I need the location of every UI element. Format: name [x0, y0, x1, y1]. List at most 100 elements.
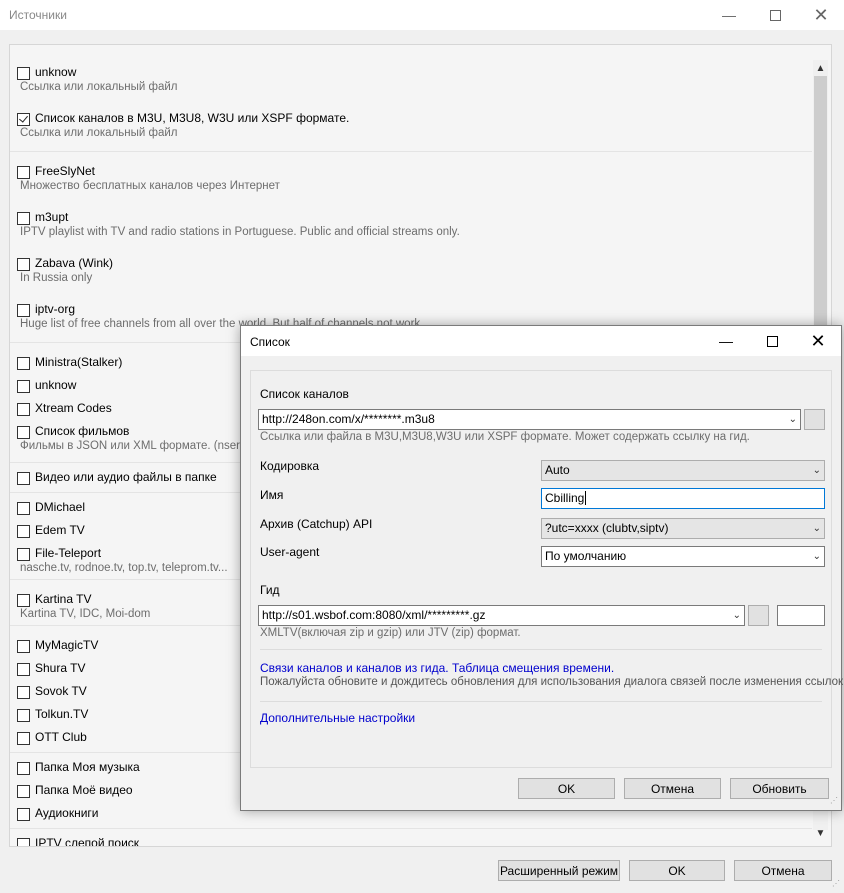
- source-checkbox[interactable]: [17, 113, 30, 126]
- source-checkbox[interactable]: [17, 212, 30, 225]
- source-checkbox[interactable]: [17, 594, 30, 607]
- divider: [260, 649, 822, 650]
- dialog-cancel-button[interactable]: Отмена: [624, 778, 721, 799]
- source-checkbox[interactable]: [17, 663, 30, 676]
- source-name: FreeSlyNet: [35, 164, 96, 178]
- source-checkbox[interactable]: [17, 808, 30, 821]
- scrollbar-thumb[interactable]: [814, 76, 827, 328]
- channels-url-value: http://248on.com/x/********.m3u8: [262, 412, 435, 426]
- guide-offset-input[interactable]: [777, 605, 825, 626]
- source-name: Xtream Codes: [35, 401, 112, 415]
- scroll-up-icon[interactable]: ▲: [813, 61, 828, 76]
- source-checkbox[interactable]: [17, 426, 30, 439]
- dialog-group: Список каналов http://248on.com/x/******…: [250, 370, 844, 768]
- chevron-down-icon[interactable]: ⌄: [789, 410, 797, 429]
- dialog-close-button[interactable]: ✕: [795, 326, 841, 356]
- source-description: Фильмы в JSON или XML формате. (nserv,..…: [20, 440, 258, 452]
- chevron-down-icon: ⌄: [812, 523, 821, 534]
- source-description: Ссылка или локальный файл: [20, 127, 178, 139]
- source-checkbox[interactable]: [17, 67, 30, 80]
- source-checkbox[interactable]: [17, 380, 30, 393]
- source-checkbox[interactable]: [17, 502, 30, 515]
- minimize-icon: —: [722, 7, 736, 23]
- source-description: In Russia only: [20, 272, 93, 284]
- dialog-ok-button[interactable]: OK: [518, 778, 615, 799]
- encoding-value: Auto: [545, 463, 570, 477]
- source-name: Папка Моя музыка: [35, 760, 140, 774]
- source-checkbox[interactable]: [17, 732, 30, 745]
- source-name: MyMagicTV: [35, 638, 99, 652]
- maximize-icon: [769, 9, 781, 21]
- scroll-down-icon[interactable]: ▼: [813, 826, 828, 841]
- source-checkbox[interactable]: [17, 640, 30, 653]
- name-label: Имя: [260, 488, 284, 502]
- chevron-down-icon: ⌄: [812, 465, 821, 476]
- source-name: Ministra(Stalker): [35, 355, 123, 369]
- source-name: Edem TV: [35, 523, 85, 537]
- close-icon: ✕: [813, 4, 829, 25]
- source-checkbox[interactable]: [17, 548, 30, 561]
- browse-guide-button[interactable]: [748, 605, 769, 626]
- source-description: nasche.tv, rodnoe.tv, top.tv, teleprom.t…: [20, 562, 228, 574]
- useragent-label: User-agent: [260, 545, 320, 559]
- cancel-button[interactable]: Отмена: [734, 860, 832, 881]
- useragent-select[interactable]: По умолчанию ⌄: [541, 546, 825, 567]
- source-name: m3upt: [35, 210, 69, 224]
- dialog-refresh-button[interactable]: Обновить: [730, 778, 829, 799]
- source-description: Множество бесплатных каналов через Интер…: [20, 180, 280, 192]
- advanced-settings-link[interactable]: Дополнительные настройки: [260, 711, 415, 725]
- source-checkbox[interactable]: [17, 403, 30, 416]
- source-checkbox[interactable]: [17, 304, 30, 317]
- dialog-title: Список: [250, 335, 290, 349]
- guide-url-input[interactable]: http://s01.wsbof.com:8080/xml/*********.…: [258, 605, 745, 626]
- source-checkbox[interactable]: [17, 258, 30, 271]
- channels-url-input[interactable]: http://248on.com/x/********.m3u8 ⌄: [258, 409, 801, 430]
- text-cursor: [585, 491, 587, 505]
- source-name: Видео или аудио файлы в папке: [35, 470, 217, 484]
- dialog-minimize-button[interactable]: —: [703, 326, 749, 356]
- name-input[interactable]: Cbilling: [541, 488, 825, 509]
- channel-links-link[interactable]: Связи каналов и каналов из гида. Таблица…: [260, 661, 614, 675]
- resize-grip-icon[interactable]: ⋰: [832, 880, 842, 891]
- browse-channels-button[interactable]: [804, 409, 825, 430]
- source-checkbox[interactable]: [17, 709, 30, 722]
- source-checkbox[interactable]: [17, 838, 30, 846]
- source-checkbox[interactable]: [17, 357, 30, 370]
- ok-button[interactable]: OK: [629, 860, 725, 881]
- source-checkbox[interactable]: [17, 785, 30, 798]
- maximize-button[interactable]: [752, 0, 798, 30]
- archive-label: Архив (Catchup) API: [260, 517, 373, 531]
- guide-label: Гид: [260, 583, 280, 597]
- minimize-icon: —: [719, 333, 733, 349]
- source-name: Папка Моё видео: [35, 783, 133, 797]
- source-name: Zabava (Wink): [35, 256, 114, 270]
- advanced-mode-button[interactable]: Расширенный режим: [498, 860, 620, 881]
- resize-grip-icon[interactable]: ⋰: [830, 796, 840, 806]
- source-name: Tolkun.TV: [35, 707, 89, 721]
- source-checkbox[interactable]: [17, 525, 30, 538]
- encoding-select[interactable]: Auto ⌄: [541, 460, 825, 481]
- channels-label: Список каналов: [260, 387, 349, 401]
- source-checkbox[interactable]: [17, 166, 30, 179]
- list-divider: [10, 828, 812, 829]
- close-icon: ✕: [810, 330, 826, 351]
- close-button[interactable]: ✕: [798, 0, 844, 30]
- source-name: Shura TV: [35, 661, 86, 675]
- archive-value: ?utc=xxxx (clubtv,siptv): [545, 521, 669, 535]
- source-checkbox[interactable]: [17, 686, 30, 699]
- source-checkbox[interactable]: [17, 472, 30, 485]
- source-name: Sovok TV: [35, 684, 87, 698]
- source-name: Аудиокниги: [35, 806, 99, 820]
- archive-select[interactable]: ?utc=xxxx (clubtv,siptv) ⌄: [541, 518, 825, 539]
- source-description: Kartina TV, IDC, Moi-dom: [20, 608, 151, 620]
- source-name: DMichael: [35, 500, 86, 514]
- source-description: Ссылка или локальный файл: [20, 81, 178, 93]
- window-title: Источники: [9, 8, 67, 22]
- main-title-bar: Источники — ✕: [0, 0, 844, 30]
- source-checkbox[interactable]: [17, 762, 30, 775]
- dialog-maximize-button[interactable]: [749, 326, 795, 356]
- chevron-down-icon[interactable]: ⌄: [733, 606, 741, 625]
- source-name: iptv-org: [35, 302, 76, 316]
- list-divider: [10, 151, 812, 152]
- minimize-button[interactable]: —: [706, 0, 752, 30]
